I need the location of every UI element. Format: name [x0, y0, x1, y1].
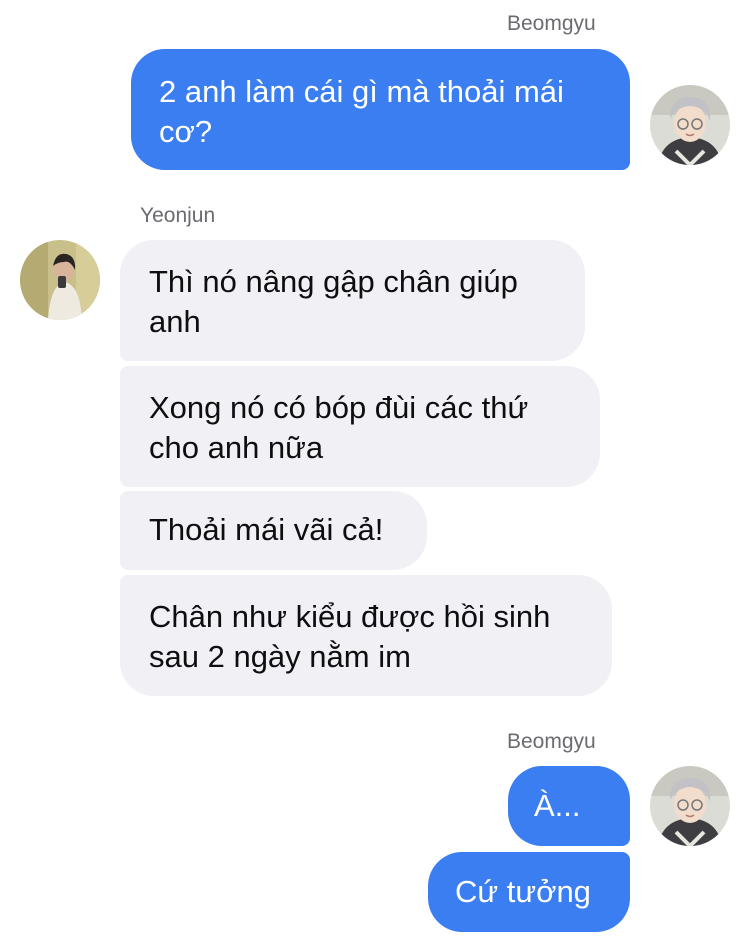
yeonjun-avatar[interactable] — [20, 240, 100, 320]
sender-name: Yeonjun — [140, 204, 216, 227]
incoming-message[interactable]: Thoải mái vãi cả! — [120, 491, 427, 570]
incoming-message[interactable]: Xong nó có bóp đùi các thứ cho anh nữa — [120, 366, 600, 487]
beomgyu-avatar-image — [650, 85, 730, 165]
chat-view: Beomgyu 2 anh làm cái gì mà thoải mái cơ… — [0, 0, 750, 950]
outgoing-message[interactable]: 2 anh làm cái gì mà thoải mái cơ? — [131, 49, 630, 170]
sender-name: Beomgyu — [507, 730, 596, 753]
outgoing-message[interactable]: Cứ tưởng — [428, 852, 630, 932]
beomgyu-avatar[interactable] — [650, 85, 730, 165]
incoming-message[interactable]: Chân như kiểu được hồi sinh sau 2 ngày n… — [120, 575, 612, 696]
yeonjun-avatar-image — [20, 240, 100, 320]
incoming-message[interactable]: Thì nó nâng gập chân giúp anh — [120, 240, 585, 361]
beomgyu-avatar-image — [650, 766, 730, 846]
beomgyu-avatar[interactable] — [650, 766, 730, 846]
sender-name: Beomgyu — [507, 12, 596, 35]
outgoing-message[interactable]: À... — [508, 766, 630, 846]
